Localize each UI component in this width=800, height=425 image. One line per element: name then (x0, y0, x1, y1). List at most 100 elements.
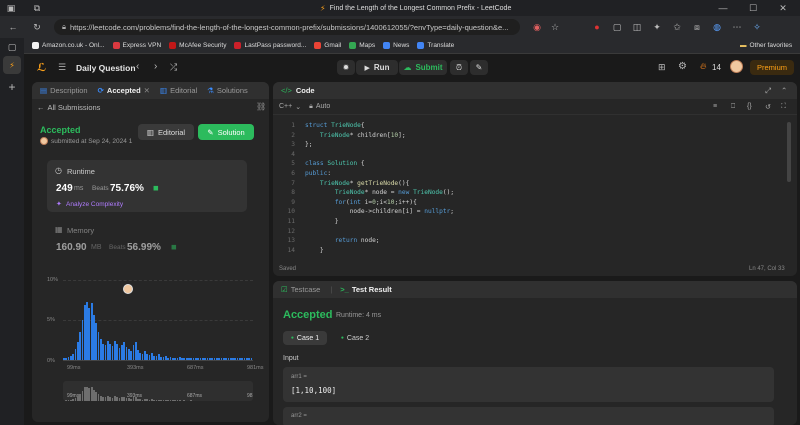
bookmark-item[interactable]: Amazon.co.uk - Onl... (32, 42, 105, 49)
overview-tick-label: 99ms (67, 393, 80, 399)
new-tab-icon[interactable]: + (5, 80, 19, 94)
bookmark-item[interactable]: News (383, 42, 409, 49)
memory-card[interactable]: ▦ Memory 160.90 MB Beats 56.99% ◼ (47, 220, 247, 260)
case-1-tab[interactable]: ● Case 1 (283, 331, 327, 345)
bookmark-favicon-icon (349, 42, 357, 49)
debug-button[interactable]: ✹ (337, 60, 355, 75)
settings-gear-icon[interactable]: ⚙ (678, 61, 687, 72)
bookmark-item[interactable]: LastPass password... (234, 42, 306, 49)
refresh-icon[interactable]: ↻ (30, 20, 44, 34)
tab-solutions[interactable]: ⚗ Solutions (207, 86, 248, 95)
leetcode-tab[interactable]: ⚡ (3, 56, 21, 74)
problem-list-icon[interactable]: ☰ (58, 62, 66, 73)
code-scrollbar[interactable] (787, 122, 791, 182)
runtime-distribution-chart[interactable]: 10% 5% 0% 99ms 393ms 687ms 981ms 99ms 393ms 6… (47, 277, 264, 417)
collapse-panel-icon[interactable]: ⌃ (781, 86, 787, 95)
tab-testcase[interactable]: ☑ Testcase (281, 285, 320, 294)
extensions-puzzle-icon[interactable]: ✦ (650, 20, 664, 34)
window-menu-icon[interactable]: ▣ (4, 1, 18, 15)
tab-description-label: Description (50, 86, 88, 95)
chart-overview-brush[interactable]: 99ms 393ms 687ms 981ms (63, 381, 253, 401)
extension-red-icon[interactable]: ● (590, 20, 604, 34)
memory-label: Memory (67, 226, 95, 235)
collections-icon[interactable]: ⧈ (690, 20, 704, 34)
solution-button[interactable]: ✎ Solution (198, 124, 254, 140)
bookmark-item[interactable]: Translate (417, 42, 454, 49)
bookmark-item[interactable]: Maps (349, 42, 375, 49)
format-icon[interactable]: ≡ (713, 103, 717, 110)
y-tick-0: 0% (47, 358, 55, 364)
runtime-card[interactable]: ◷ Runtime 249 ms Beats 75.76% ◼ ✦ Analyz… (47, 160, 247, 212)
bookmark-favicon-icon (112, 42, 120, 49)
prev-problem-icon[interactable]: ‹ (136, 61, 139, 72)
fullscreen-icon[interactable]: ⛶ (781, 103, 786, 111)
back-icon[interactable]: ← (6, 20, 20, 34)
submit-button[interactable]: ☁ Submit (399, 60, 447, 75)
timer-button[interactable]: ⏰︎ (450, 60, 468, 75)
your-submission-marker-icon[interactable] (123, 284, 133, 294)
address-bar[interactable]: 🔒︎ https://leetcode.com/problems/find-th… (54, 19, 520, 35)
terminal-icon: >_ (340, 285, 349, 294)
chart-bar[interactable] (250, 358, 253, 360)
analyze-complexity-link[interactable]: Analyze Complexity (66, 201, 123, 208)
split-screen-icon[interactable]: ◫ (630, 20, 644, 34)
premium-button[interactable]: Premium (750, 60, 794, 75)
folder-icon: ▬ (740, 42, 747, 49)
minimize-icon[interactable]: — (716, 1, 730, 15)
case-2-tab[interactable]: ● Case 2 (333, 331, 377, 345)
code-editor[interactable]: 1 struct TrieNode{2 TrieNode* children[10… (273, 119, 797, 259)
profile-icon[interactable]: ◍ (710, 20, 724, 34)
next-problem-icon[interactable]: › (154, 61, 157, 72)
browser-tab[interactable]: ⚡ Find the Length of the Longest Common … (320, 4, 511, 13)
maximize-panel-icon[interactable]: ⤢ (765, 86, 771, 96)
submission-panel: ▤ Description ⟳ Accepted ✕ ▥ Editorial ⚗… (32, 82, 269, 422)
tab-editorial-label: Editorial (170, 86, 198, 95)
layout-icon[interactable]: ⊞ (658, 62, 666, 73)
tab-actions-icon[interactable]: ⧉ (30, 1, 44, 15)
bookmark-label: Maps (359, 42, 376, 49)
code-line: 12 (287, 227, 295, 235)
close-window-icon[interactable]: ✕ (776, 1, 790, 15)
tab-strip-icon[interactable]: ▢ (5, 40, 19, 54)
bookmark-favicon-icon (32, 42, 39, 49)
bookmark-item[interactable]: Gmail (314, 42, 341, 49)
extension-icon[interactable]: ◉ (530, 20, 544, 34)
bookmark-favicon-icon (169, 42, 177, 49)
tab-description[interactable]: ▤ Description (40, 86, 88, 95)
chart-bars (63, 280, 253, 361)
runtime-label: Runtime (67, 167, 95, 176)
copilot-icon[interactable]: ✧ (750, 20, 764, 34)
run-button[interactable]: ▶ Run (356, 60, 398, 75)
leetcode-logo-icon[interactable]: ℒ (37, 61, 46, 74)
bookmark-item[interactable]: Express VPN (112, 42, 161, 49)
streak-fire-icon[interactable]: 🔥︎ (700, 61, 707, 72)
tab-editorial[interactable]: ▥ Editorial (160, 86, 197, 95)
close-tab-icon[interactable]: ✕ (144, 86, 150, 95)
editorial-button[interactable]: ▥ Editorial (138, 124, 194, 140)
leetcode-app: ℒ ☰ Daily Question ‹ › ⤮ ✹ ▶ Run ☁ Submi… (24, 54, 800, 425)
bookmark-icon[interactable]: ⎕ (731, 103, 735, 111)
tab-accepted[interactable]: ⟳ Accepted ✕ (98, 86, 150, 95)
all-submissions-link[interactable]: ← All Submissions (37, 103, 100, 112)
braces-icon[interactable]: {} (747, 103, 752, 110)
submit-label: Submit (415, 63, 443, 72)
link-icon[interactable]: ⛓ (256, 102, 266, 111)
favorite-star-icon[interactable]: ☆ (548, 20, 562, 34)
more-menu-icon[interactable]: ⋯ (730, 20, 744, 34)
code-title: Code (295, 86, 315, 95)
user-avatar[interactable] (730, 60, 743, 73)
bookmark-item[interactable]: McAfee Security (169, 42, 226, 49)
extension-icon-2[interactable]: ▢ (610, 20, 624, 34)
reset-icon[interactable]: ↺ (765, 103, 771, 111)
other-favorites[interactable]: ▬ Other favorites (740, 42, 792, 49)
language-select[interactable]: C++ ⌄ (279, 103, 301, 111)
cloud-upload-icon: ☁ (403, 63, 412, 72)
maximize-icon[interactable]: ☐ (746, 1, 760, 15)
problem-list-label[interactable]: Daily Question (76, 63, 136, 73)
browser-tab-title: Find the Length of the Longest Common Pr… (329, 4, 512, 12)
notes-button[interactable]: ✎ (470, 60, 488, 75)
shuffle-icon[interactable]: ⤮ (170, 62, 177, 73)
runtime-unit: ms (74, 185, 84, 192)
tab-test-result[interactable]: >_ Test Result (340, 285, 391, 294)
favorites-icon[interactable]: ✩ (670, 20, 684, 34)
